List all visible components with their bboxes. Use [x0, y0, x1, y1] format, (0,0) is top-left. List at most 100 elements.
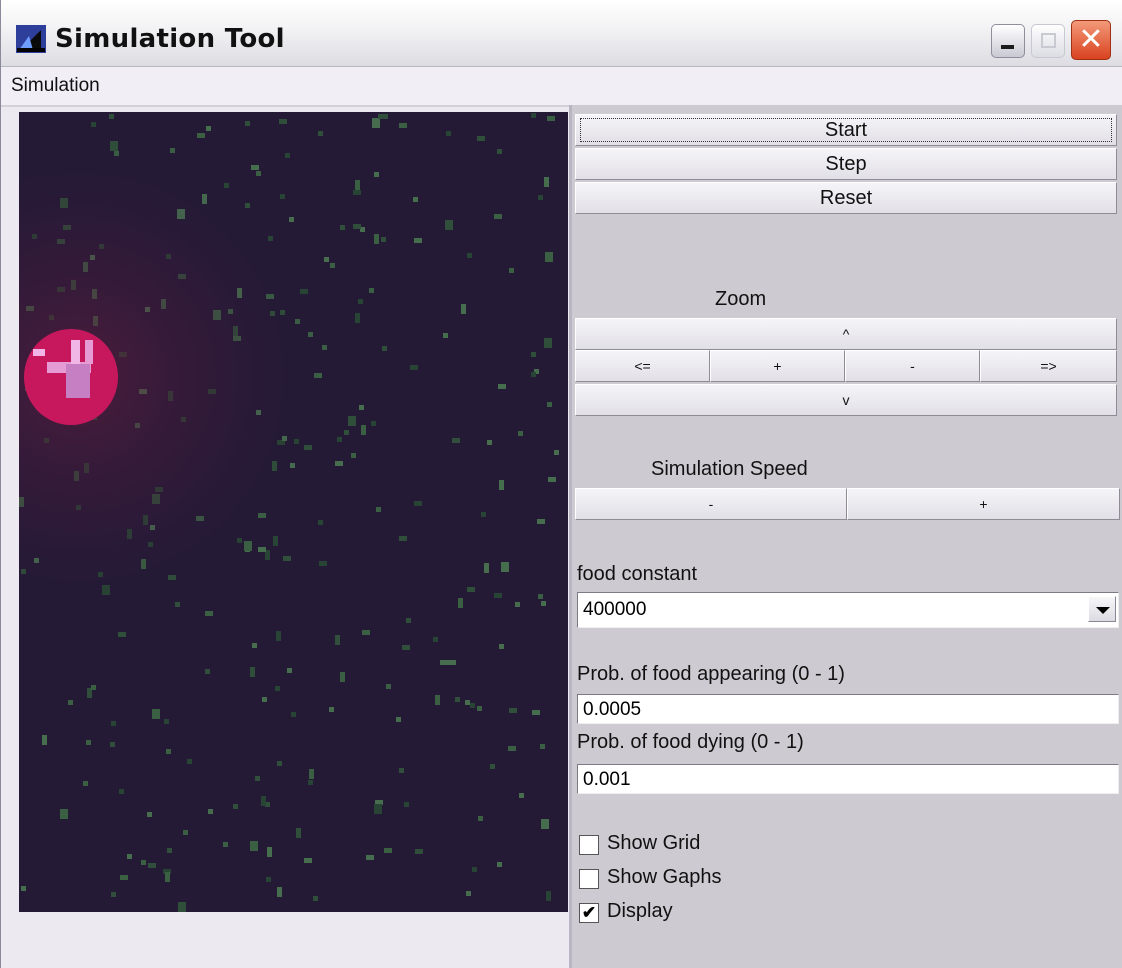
food-particle — [531, 352, 536, 357]
food-particle — [277, 887, 282, 897]
food-particle — [329, 707, 334, 712]
food-particle — [250, 841, 258, 851]
food-particle — [276, 631, 281, 641]
food-particle — [223, 842, 228, 847]
food-particle — [233, 804, 238, 809]
food-particle — [374, 172, 379, 177]
step-button[interactable]: Step — [575, 148, 1117, 180]
prob-food-appearing-input[interactable]: 0.0005 — [577, 694, 1119, 724]
food-particle — [275, 686, 280, 691]
food-particle — [205, 611, 213, 616]
food-particle — [386, 684, 391, 689]
food-particle — [470, 703, 475, 708]
food-particle — [361, 425, 366, 435]
food-particle — [318, 131, 323, 136]
simulation-canvas[interactable] — [19, 112, 568, 912]
food-particle — [399, 536, 407, 541]
food-particle — [499, 480, 504, 490]
food-particle — [335, 461, 343, 466]
chevron-down-icon[interactable] — [1088, 596, 1116, 622]
zoom-out-button[interactable]: - — [845, 350, 980, 382]
food-particle — [547, 402, 552, 407]
close-icon[interactable]: ✕ — [1071, 20, 1111, 60]
prob-food-dying-input[interactable]: 0.001 — [577, 764, 1119, 794]
food-particle — [376, 507, 381, 512]
food-particle — [465, 700, 470, 705]
food-particle — [544, 177, 549, 187]
food-particle — [458, 598, 463, 608]
control-panel: Start Step Reset Zoom ^ <= + - => v Simu… — [572, 105, 1122, 968]
simulation-speed-label: Simulation Speed — [651, 458, 808, 480]
food-particle — [519, 793, 524, 798]
minimize-icon[interactable] — [991, 24, 1025, 58]
food-particle — [538, 594, 543, 599]
start-button[interactable]: Start — [575, 114, 1117, 146]
speed-increase-button[interactable]: + — [847, 488, 1120, 520]
food-particle — [540, 744, 545, 749]
food-particle — [111, 892, 116, 897]
food-particle — [277, 761, 282, 766]
display-checkbox[interactable]: ✔ — [579, 903, 599, 923]
food-particle — [279, 119, 287, 124]
food-particle — [446, 131, 451, 136]
food-constant-value: 400000 — [583, 599, 647, 620]
food-particle — [255, 776, 260, 781]
food-particle — [490, 764, 495, 769]
zoom-label: Zoom — [715, 288, 767, 310]
food-particle — [353, 224, 361, 229]
show-graphs-checkbox[interactable] — [579, 869, 599, 889]
food-particle — [83, 781, 88, 786]
food-particle — [330, 263, 335, 268]
show-grid-checkbox[interactable] — [579, 835, 599, 855]
reset-button[interactable]: Reset — [575, 182, 1117, 214]
food-particle — [415, 849, 423, 854]
food-particle — [252, 643, 257, 648]
zoom-left-button[interactable]: <= — [575, 350, 710, 382]
food-particle — [501, 562, 509, 572]
food-particle — [127, 854, 132, 859]
food-particle — [378, 114, 383, 119]
food-particle — [266, 877, 271, 882]
zoom-down-button[interactable]: v — [575, 384, 1117, 416]
food-particle — [164, 719, 169, 724]
food-particle — [546, 891, 551, 901]
app-window: Simulation Tool ✕ Simulation Start Step … — [0, 0, 1122, 968]
food-particle — [413, 197, 418, 202]
speed-decrease-button[interactable]: - — [575, 488, 847, 520]
zoom-up-button[interactable]: ^ — [575, 318, 1117, 350]
food-particle — [531, 113, 536, 118]
food-particle — [399, 768, 404, 773]
maximize-icon[interactable] — [1031, 24, 1065, 58]
zoom-in-button[interactable]: + — [710, 350, 845, 382]
food-particle — [258, 547, 266, 552]
food-particle — [109, 114, 114, 119]
food-particle — [384, 848, 392, 853]
food-particle — [21, 886, 26, 891]
food-particle — [110, 742, 115, 747]
food-particle — [205, 669, 210, 674]
food-particle — [414, 238, 422, 243]
food-particle — [152, 709, 160, 719]
food-particle — [399, 123, 407, 128]
food-particle — [206, 126, 211, 131]
food-particle — [509, 268, 514, 273]
food-particle — [324, 257, 329, 262]
food-particle — [165, 872, 170, 882]
food-particle — [374, 804, 382, 814]
food-particle — [402, 645, 410, 650]
menu-simulation[interactable]: Simulation — [11, 75, 100, 97]
food-particle — [175, 602, 180, 607]
food-particle — [245, 121, 250, 126]
food-particle — [440, 660, 448, 665]
zoom-right-button[interactable]: => — [980, 350, 1117, 382]
food-particle — [445, 220, 453, 230]
food-constant-select[interactable]: 400000 — [577, 592, 1119, 628]
title-bar[interactable]: Simulation Tool ✕ — [1, 0, 1122, 67]
food-particle — [308, 780, 313, 785]
food-particle — [515, 602, 520, 607]
food-particle — [538, 195, 543, 200]
food-particle — [406, 618, 411, 623]
food-particle — [374, 234, 379, 244]
food-particle — [466, 891, 471, 896]
food-particle — [147, 812, 152, 817]
